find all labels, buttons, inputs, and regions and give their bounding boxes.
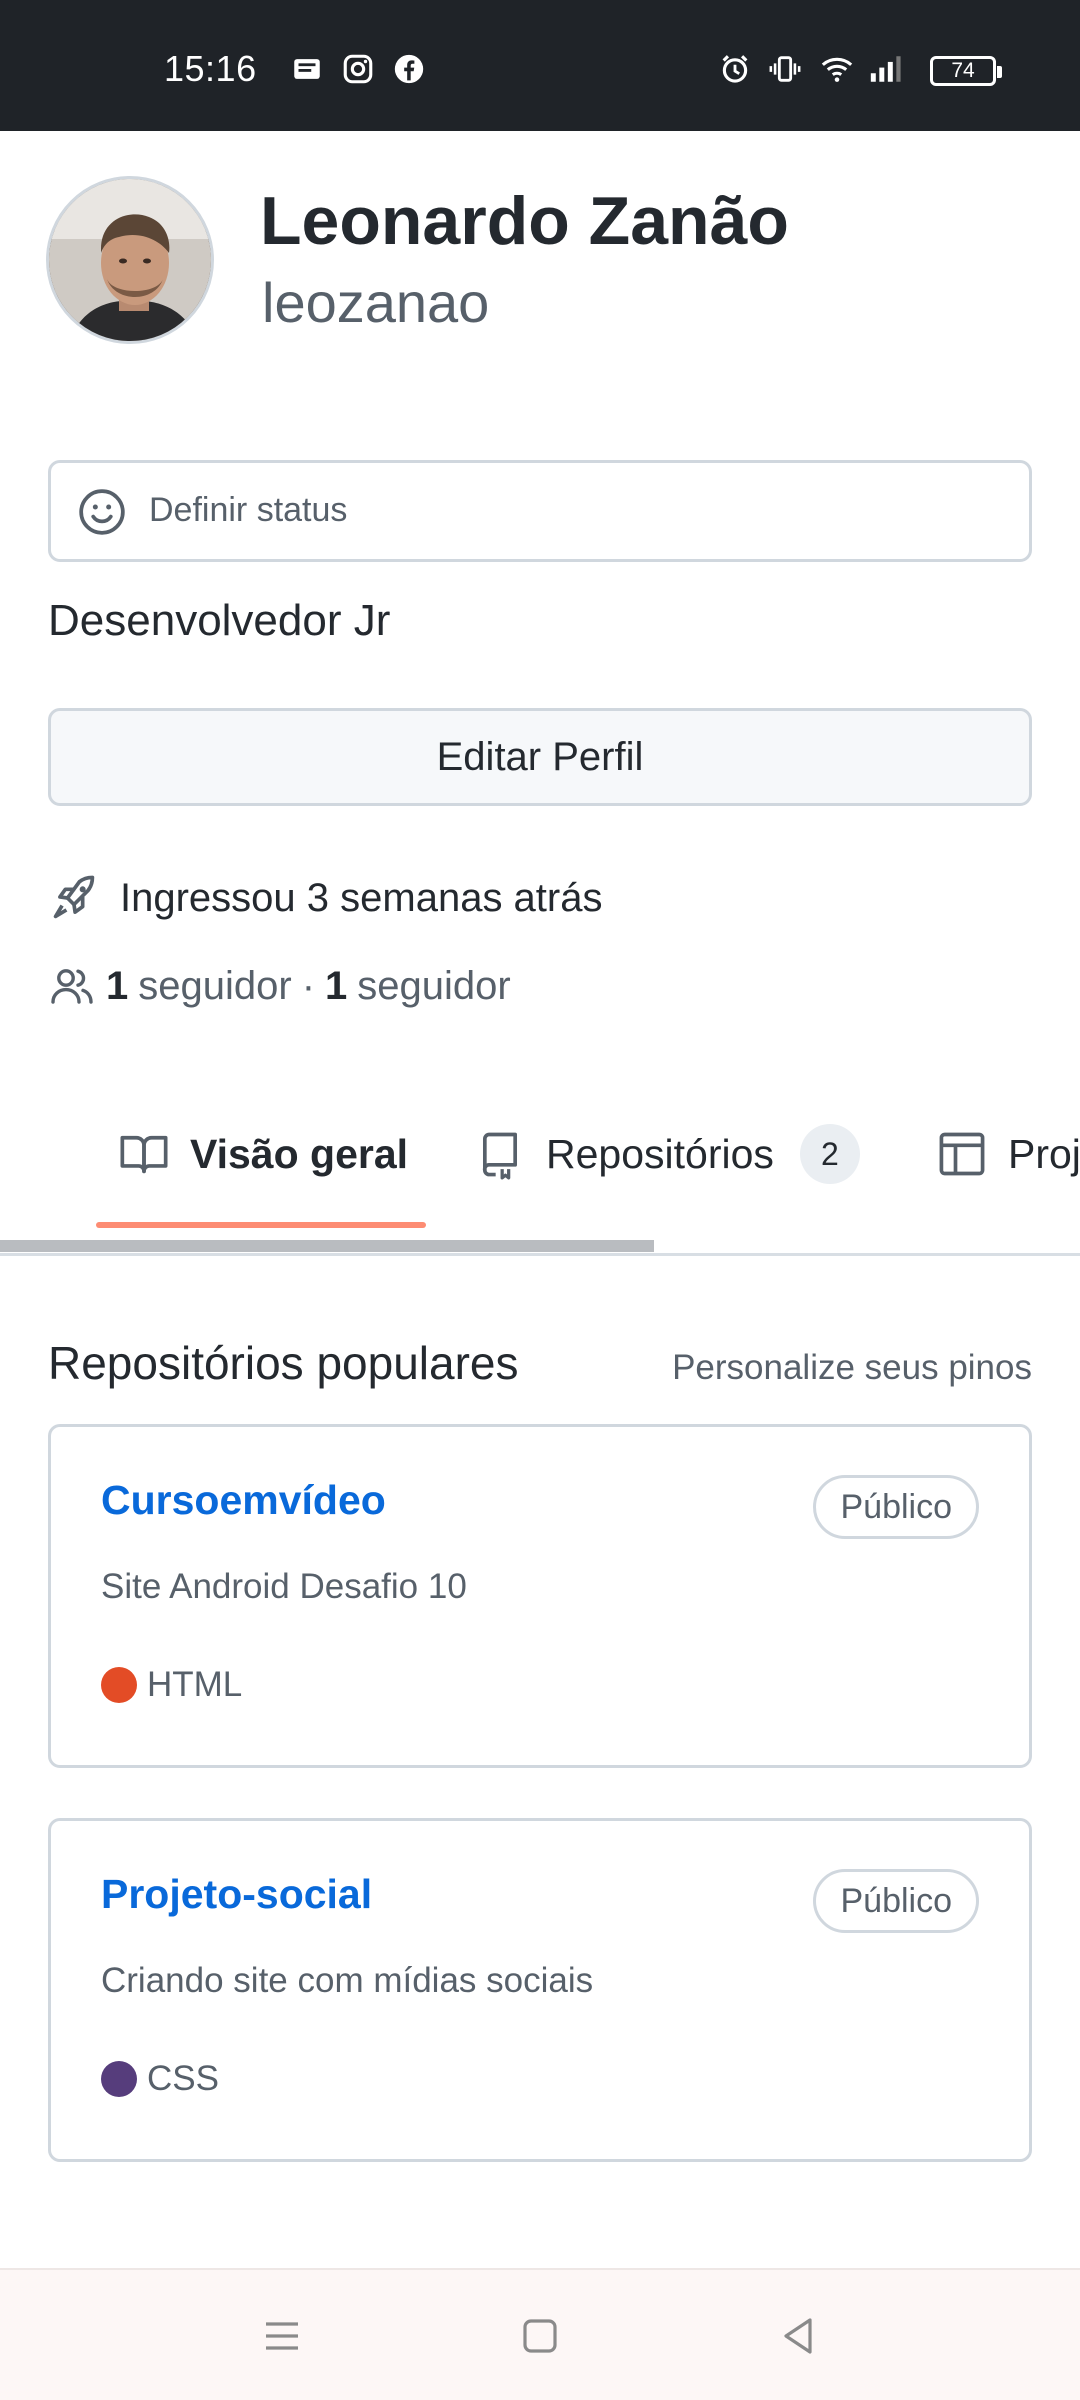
separator-dot: · [301,963,316,1008]
home-icon[interactable] [516,2312,564,2360]
smiley-icon [79,489,125,535]
instagram-icon [341,52,375,86]
tab-repositories[interactable]: Repositórios 2 [474,1104,860,1204]
system-nav-bar [0,2268,1080,2400]
visibility-badge: Público [813,1869,979,1933]
clock: 15:16 [164,48,257,89]
status-bar: 15:16 74 [0,0,1080,131]
battery-icon: 74 [930,56,1002,86]
back-icon[interactable] [774,2312,822,2360]
active-tab-indicator [96,1222,426,1228]
following-label[interactable]: seguidor [357,964,510,1009]
tabs-divider [0,1253,1080,1256]
profile-tabs: Visão geral Repositórios 2 Proj [0,1104,1080,1254]
avatar-photo [49,179,211,341]
repo-card[interactable]: Projeto-social Público Criando site com … [48,1818,1032,2162]
tab-overview-label: Visão geral [190,1130,409,1177]
avatar[interactable] [46,176,214,344]
repo-name-link[interactable]: Cursoemvídeo [101,1477,386,1524]
visibility-badge: Público [813,1475,979,1539]
customize-pins-link[interactable]: Personalize seus pinos [672,1348,1032,1388]
following-count[interactable]: 1 [325,964,347,1009]
wifi-icon [820,52,854,86]
repo-card[interactable]: Cursoemvídeo Público Site Android Desafi… [48,1424,1032,1768]
popular-repos-title: Repositórios populares [48,1337,519,1389]
repo-description: Site Android Desafio 10 [101,1567,467,1606]
tabs-scrollbar[interactable] [0,1240,654,1252]
repo-icon [482,1132,518,1180]
repositories-count-badge: 2 [799,1124,860,1184]
profile-bio: Desenvolvedor Jr [48,596,391,645]
profile-login: leozanao [262,271,490,334]
repo-language: CSS [101,2059,219,2099]
joined-text: Ingressou 3 semanas atrás [120,875,603,920]
set-status-button[interactable]: Definir status [48,460,1032,562]
repo-description: Criando site com mídias sociais [101,1961,594,2000]
alarm-icon [718,52,752,86]
tab-repositories-label: Repositórios [546,1130,774,1177]
followers-label[interactable]: seguidor [138,964,291,1009]
tab-projects-label: Proj [1008,1130,1080,1177]
rocket-icon [53,875,95,919]
menu-icon[interactable] [258,2312,306,2360]
followers-count[interactable]: 1 [106,964,128,1009]
language-color-dot [101,1667,137,1703]
book-icon [120,1135,168,1174]
language-label: HTML [147,1665,243,1704]
facebook-icon [392,52,426,86]
language-label: CSS [147,2059,219,2098]
tab-projects[interactable]: Proj [936,1104,1080,1204]
signal-icon [868,52,902,86]
table-icon [939,1132,985,1176]
profile-name: Leonardo Zanão [260,183,789,259]
people-icon [51,969,93,1004]
language-color-dot [101,2061,137,2097]
repo-language: HTML [101,1665,242,1705]
edit-profile-button[interactable]: Editar Perfil [48,708,1032,806]
joined-info: Ingressou 3 semanas atrás [48,872,602,924]
followers-info: 1 seguidor · 1 seguidor [48,962,511,1010]
message-icon [290,52,324,86]
tab-overview[interactable]: Visão geral [118,1104,408,1204]
repo-name-link[interactable]: Projeto-social [101,1871,372,1918]
set-status-label: Definir status [149,491,348,529]
vibrate-icon [768,52,802,86]
